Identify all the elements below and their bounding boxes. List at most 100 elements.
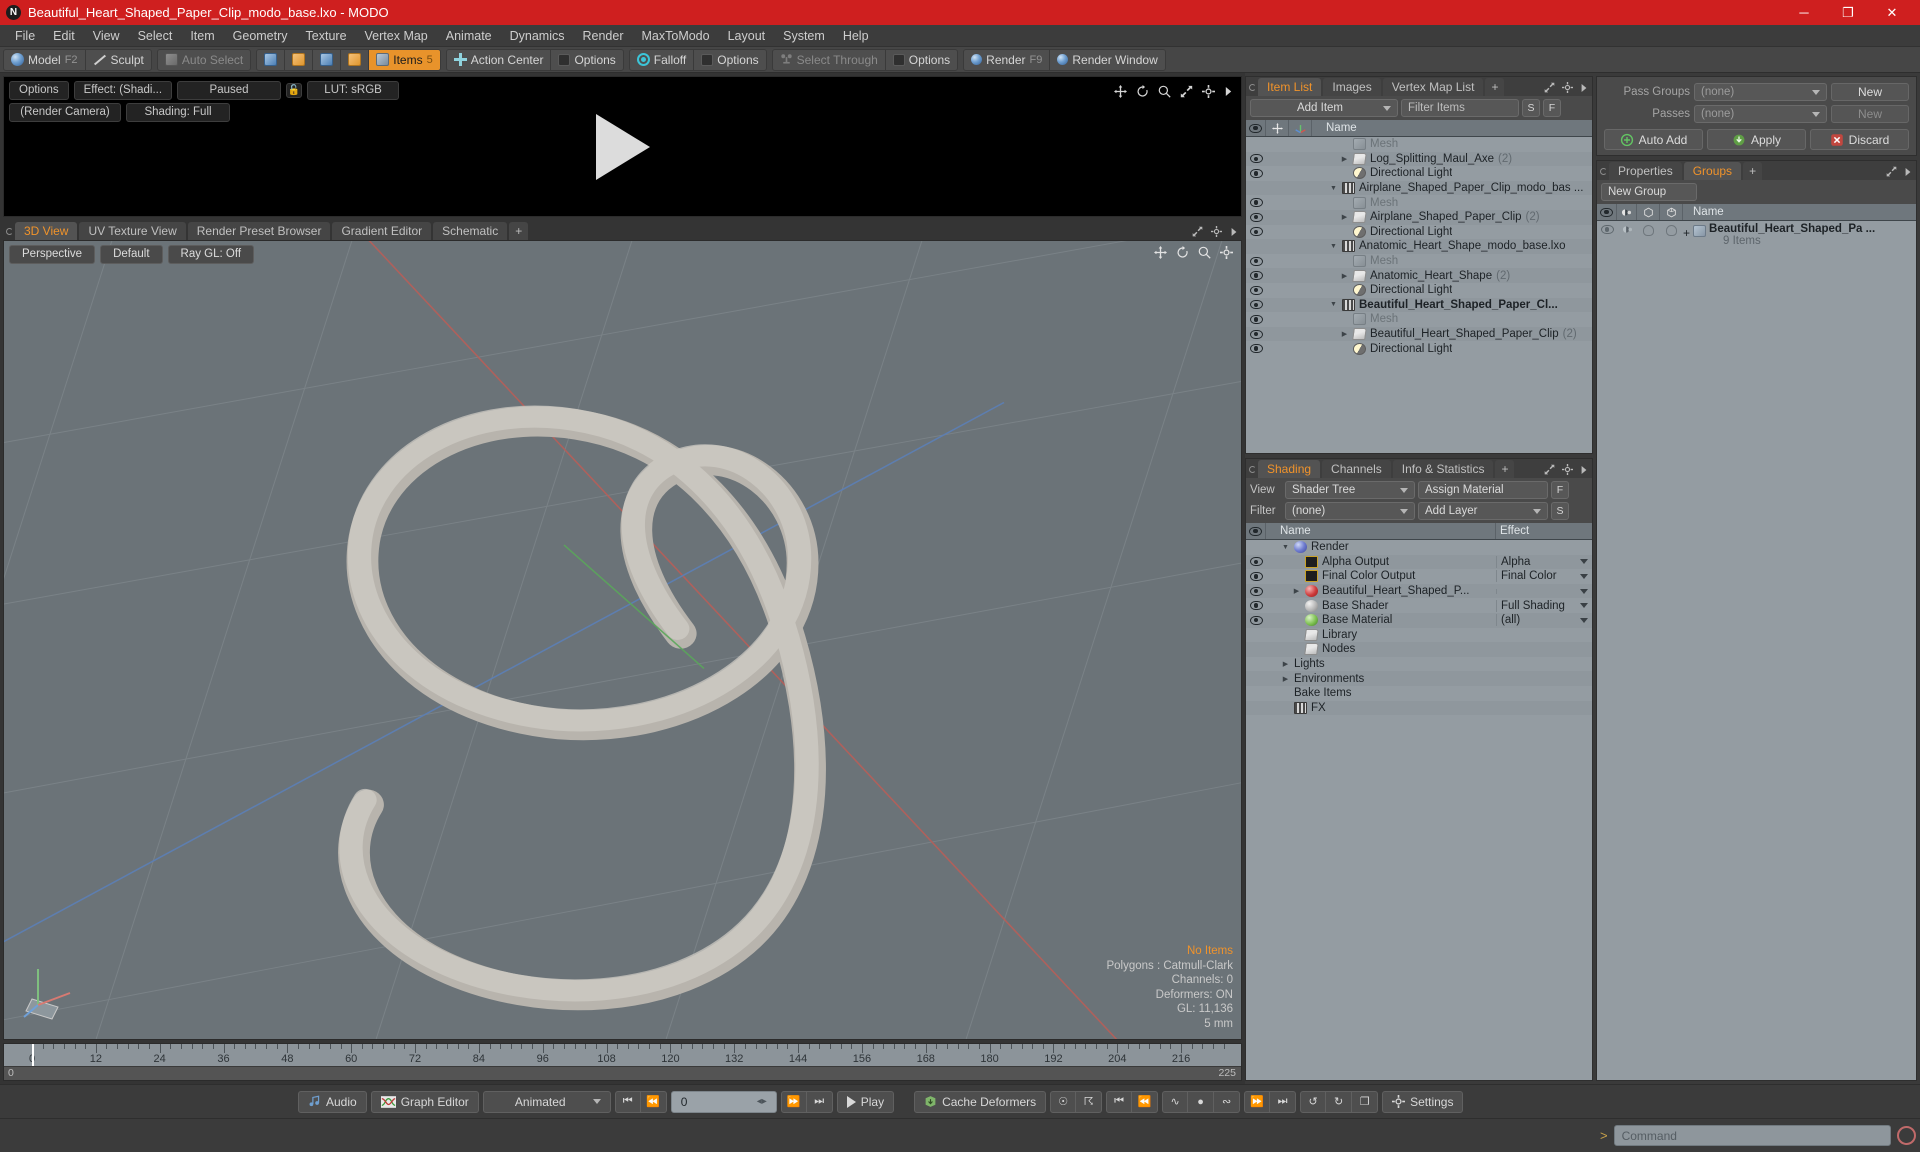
preview-paused-button[interactable]: Paused (177, 81, 282, 100)
move-icon[interactable] (1154, 246, 1167, 259)
timeline-panel[interactable]: 0 12 24 36 48 60 72 84 96 108 120 132 144 156 168 180 19… (3, 1043, 1242, 1081)
table-row[interactable]: Mesh (1246, 254, 1592, 269)
refresh-cache-button[interactable]: ↻ (1326, 1090, 1353, 1113)
expand-icon[interactable]: ▶ (1340, 330, 1349, 338)
action-center-button[interactable]: Action Center (447, 50, 551, 70)
visibility-toggle[interactable] (1246, 344, 1266, 354)
table-row[interactable]: Final Color Output Final Color (1246, 569, 1592, 584)
expand-icon[interactable]: ▶ (1292, 587, 1301, 595)
visibility-toggle[interactable] (1246, 615, 1266, 625)
lock-icon[interactable]: 🔓 (286, 83, 303, 98)
filter-items-input[interactable]: Filter Items (1401, 99, 1519, 117)
panel-arrow-icon[interactable] (1230, 227, 1238, 237)
tab-item-list[interactable]: Item List (1258, 78, 1322, 96)
gear-icon[interactable] (1220, 246, 1233, 259)
menu-view[interactable]: View (84, 25, 129, 47)
preview-lut-button[interactable]: LUT: sRGB (307, 81, 400, 100)
table-row[interactable]: Mesh (1246, 312, 1592, 327)
groups-body[interactable]: + Beautiful_Heart_Shaped_Pa ... 9 Items (1597, 221, 1916, 1080)
falloff-options-button[interactable]: Options (693, 49, 765, 70)
shader-view-dropdown[interactable]: Shader Tree (1285, 481, 1415, 499)
table-row[interactable]: Base Shader Full Shading (1246, 598, 1592, 613)
falloff-button[interactable]: Falloff (630, 50, 693, 70)
apply-button[interactable]: Apply (1707, 129, 1806, 150)
enable-deformers-button[interactable]: ☉ (1050, 1090, 1077, 1113)
collapse-icon[interactable]: ▼ (1329, 301, 1338, 308)
effect-dropdown[interactable]: Full Shading (1496, 599, 1592, 612)
visibility-toggle[interactable] (1246, 168, 1266, 178)
viewport-canvas[interactable] (4, 241, 1241, 1039)
visibility-toggle[interactable] (1246, 314, 1266, 324)
panel-menu-icon[interactable] (1249, 84, 1256, 91)
preview-options-button[interactable]: Options (9, 81, 69, 100)
reload-cache-button[interactable]: ↺ (1300, 1090, 1327, 1113)
pass-groups-new-button[interactable]: New (1831, 83, 1909, 101)
expand-icon[interactable]: ▶ (1281, 675, 1290, 683)
panel-menu-icon[interactable] (6, 228, 13, 235)
panel-gear-icon[interactable] (1562, 82, 1573, 93)
raygl-button[interactable]: Ray GL: Off (167, 245, 255, 264)
tab-render-preset-browser[interactable]: Render Preset Browser (187, 222, 331, 240)
table-row[interactable]: ▶ Lights (1246, 657, 1592, 672)
panel-arrow-icon[interactable] (1904, 167, 1912, 177)
visibility-toggle[interactable] (1246, 212, 1266, 222)
menu-geometry[interactable]: Geometry (224, 25, 297, 47)
render-preview-panel[interactable]: Options Effect: (Shadi... Paused 🔓 LUT: … (3, 76, 1242, 217)
menu-item[interactable]: Item (181, 25, 223, 47)
panel-arrow-icon[interactable] (1580, 83, 1588, 93)
add-layer-dropdown[interactable]: Add Layer (1418, 502, 1548, 520)
table-row[interactable]: ▶ Environments (1246, 671, 1592, 686)
menu-select[interactable]: Select (129, 25, 182, 47)
expand-icon[interactable]: ▶ (1281, 660, 1290, 668)
render-window-button[interactable]: Render Window (1049, 49, 1164, 70)
item-list-body[interactable]: Mesh ▶ Log_Splitting_Maul_Axe (2) Direction… (1246, 137, 1592, 453)
assign-material-button[interactable]: Assign Material (1418, 481, 1548, 499)
vertex-mode-button[interactable] (257, 50, 284, 70)
cache-deformers-button[interactable]: Cache Deformers (914, 1090, 1047, 1113)
tab-groups[interactable]: Groups (1683, 162, 1742, 180)
table-row[interactable]: ▼ Render (1246, 540, 1592, 555)
menu-maxtomodo[interactable]: MaxToModo (633, 25, 719, 47)
panel-menu-icon[interactable] (1600, 168, 1607, 175)
add-viewport-tab-button[interactable]: + (509, 222, 529, 240)
render-button[interactable]: Render F9 (964, 50, 1049, 70)
edge-mode-button[interactable] (284, 49, 312, 70)
maximize-panel-icon[interactable] (1192, 226, 1203, 237)
shading-s-button[interactable]: S (1551, 502, 1569, 520)
zoom-icon[interactable] (1158, 85, 1171, 98)
tab-schematic[interactable]: Schematic (433, 222, 508, 240)
tab-properties[interactable]: Properties (1609, 162, 1682, 180)
table-row[interactable]: Library (1246, 628, 1592, 643)
group-shading-toggle[interactable] (1617, 221, 1637, 235)
add-shading-tab-button[interactable]: + (1495, 460, 1515, 478)
add-item-list-tab-button[interactable]: + (1485, 78, 1505, 96)
preview-camera-button[interactable]: (Render Camera) (9, 103, 121, 122)
panel-arrow-icon[interactable] (1580, 465, 1588, 475)
visibility-toggle[interactable] (1246, 329, 1266, 339)
projection-button[interactable]: Perspective (9, 245, 96, 264)
visibility-toggle[interactable] (1246, 300, 1266, 310)
table-row[interactable]: Nodes (1246, 642, 1592, 657)
shader-filter-dropdown[interactable]: (none) (1285, 502, 1415, 520)
rotate-icon[interactable] (1176, 246, 1189, 259)
go-to-end-button[interactable]: ⏭ (806, 1090, 833, 1113)
auto-select-button[interactable]: Auto Select (158, 50, 250, 70)
table-row[interactable]: ▶ Airplane_Shaped_Paper_Clip (2) (1246, 209, 1592, 225)
group-visibility-toggle[interactable] (1597, 221, 1617, 234)
audio-button[interactable]: Audio (298, 1090, 367, 1113)
table-row[interactable]: ▼ Airplane_Shaped_Paper_Clip_modo_bas ... (1246, 180, 1592, 196)
menu-vertex-map[interactable]: Vertex Map (356, 25, 437, 47)
cache-next-button[interactable]: ⏩ (1244, 1090, 1271, 1113)
add-key-button[interactable]: ● (1188, 1090, 1215, 1113)
visibility-toggle[interactable] (1246, 198, 1266, 208)
shading-f-button[interactable]: F (1551, 481, 1569, 499)
action-center-options-button[interactable]: Options (550, 49, 622, 70)
visibility-toggle[interactable] (1246, 154, 1266, 164)
panel-gear-icon[interactable] (1211, 226, 1222, 237)
polygon-mode-button[interactable] (312, 49, 340, 70)
arrow-right-icon[interactable] (1224, 86, 1233, 97)
add-groups-tab-button[interactable]: + (1743, 162, 1763, 180)
maximize-panel-icon[interactable] (1886, 166, 1897, 177)
orientation-gizmo[interactable] (18, 947, 96, 1025)
gear-icon[interactable] (1202, 85, 1215, 98)
